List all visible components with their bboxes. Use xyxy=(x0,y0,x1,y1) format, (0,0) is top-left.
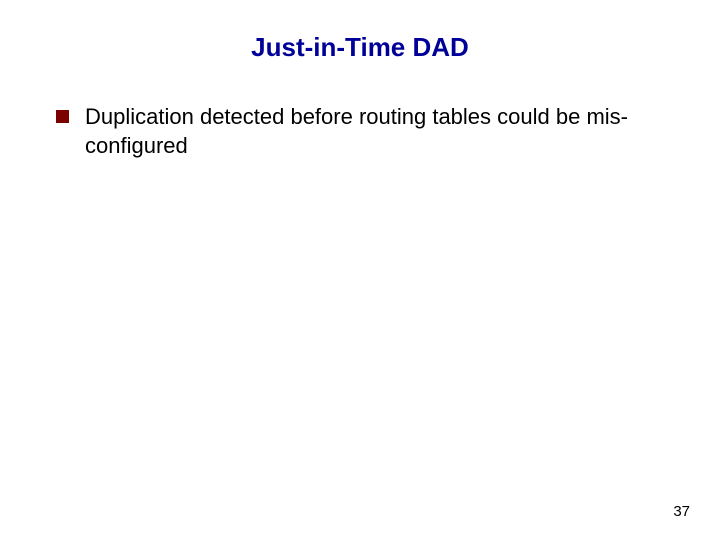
page-number: 37 xyxy=(673,503,690,520)
slide-title: Just-in-Time DAD xyxy=(0,0,720,103)
square-bullet-icon xyxy=(56,110,69,123)
bullet-item: Duplication detected before routing tabl… xyxy=(0,103,720,160)
bullet-text: Duplication detected before routing tabl… xyxy=(85,103,660,160)
